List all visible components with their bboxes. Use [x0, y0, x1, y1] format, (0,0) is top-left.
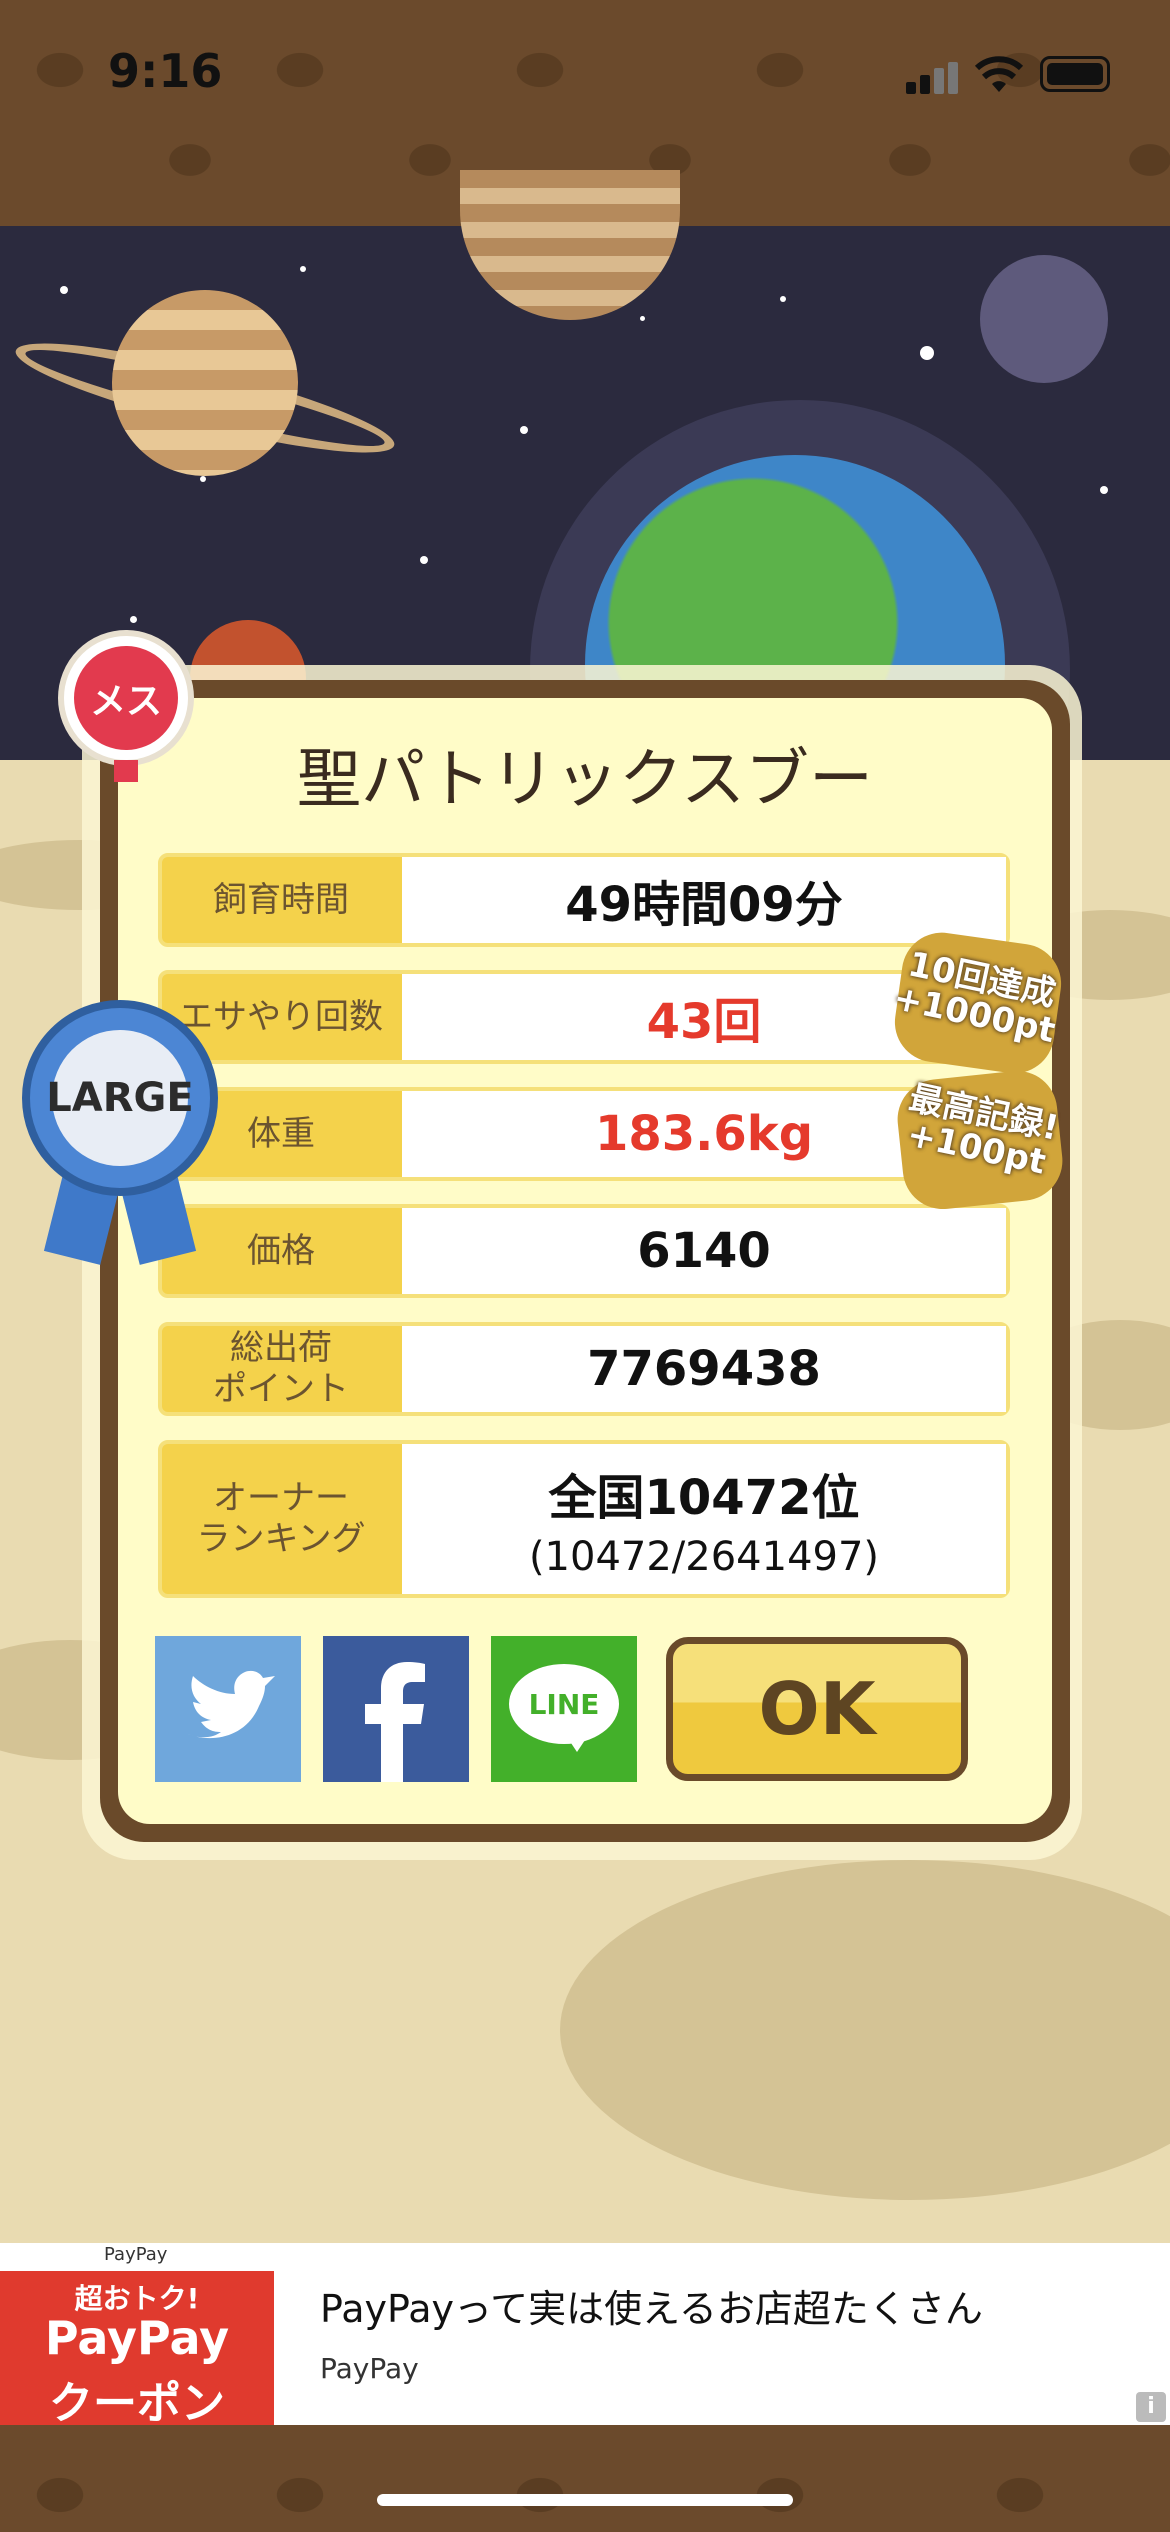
- stat-value: 49時間09分: [402, 857, 1006, 943]
- ad-image-line-3: クーポン: [49, 2378, 225, 2429]
- facebook-share-button[interactable]: [323, 1636, 469, 1782]
- stat-row-weight: 体重 183.6kg: [158, 1087, 1010, 1181]
- home-indicator[interactable]: [377, 2494, 793, 2506]
- large-size-ribbon: LARGE: [22, 1000, 218, 1196]
- ad-brand-small: PayPay: [104, 2244, 168, 2265]
- saturn-planet: [112, 290, 298, 476]
- ad-title[interactable]: PayPayって実は使えるお店超たくさん: [320, 2278, 983, 2333]
- battery-icon: [1040, 56, 1110, 92]
- facebook-icon: [365, 1662, 425, 1782]
- ok-button[interactable]: OK: [666, 1637, 968, 1781]
- ranking-national: 全国10472位: [548, 1470, 860, 1526]
- gender-female-badge: メス: [58, 630, 194, 766]
- line-bubble-tail: [565, 1734, 589, 1752]
- gender-symbol-stem: [114, 760, 138, 782]
- stat-row-owner-ranking: オーナー ランキング 全国10472位 (10472/2641497): [158, 1440, 1010, 1598]
- twitter-share-button[interactable]: [155, 1636, 301, 1782]
- line-icon: LINE: [509, 1664, 619, 1744]
- cellular-signal-icon: [906, 62, 962, 94]
- gender-female-icon: メス: [74, 646, 178, 750]
- ranking-detail: (10472/2641497): [528, 1534, 880, 1580]
- line-share-button[interactable]: LINE: [491, 1636, 637, 1782]
- ad-info-icon[interactable]: i: [1136, 2392, 1166, 2422]
- ranking-value: 全国10472位 (10472/2641497): [402, 1444, 1006, 1594]
- status-time: 9:16: [108, 44, 223, 98]
- ad-image[interactable]: 超おトク! PayPay クーポン: [0, 2271, 274, 2429]
- stat-label: 飼育時間: [213, 879, 349, 920]
- gray-moon: [980, 255, 1108, 383]
- stat-row-feeding-time: 飼育時間 49時間09分: [158, 853, 1010, 947]
- pet-name: 聖パトリックスブー: [297, 743, 873, 817]
- stat-label: 価格: [247, 1230, 315, 1271]
- stat-row-price: 価格 6140: [158, 1204, 1010, 1298]
- stat-value: 7769438: [402, 1326, 1006, 1412]
- bottom-background: [0, 2425, 1170, 2532]
- ribbon-label: LARGE: [46, 1030, 194, 1166]
- wifi-icon: [975, 56, 1023, 92]
- stat-value: 6140: [402, 1208, 1006, 1294]
- twitter-bird-icon: [183, 1670, 275, 1739]
- stat-label: オーナー ランキング: [196, 1478, 366, 1559]
- ad-advertiser: PayPay: [320, 2352, 419, 2385]
- stat-row-shipping-points: 総出荷 ポイント 7769438: [158, 1322, 1010, 1416]
- stat-label: 総出荷 ポイント: [213, 1328, 349, 1409]
- ad-image-line-2: PayPay: [44, 2311, 230, 2365]
- stat-row-feed-count: エサやり回数 43回: [158, 970, 1010, 1064]
